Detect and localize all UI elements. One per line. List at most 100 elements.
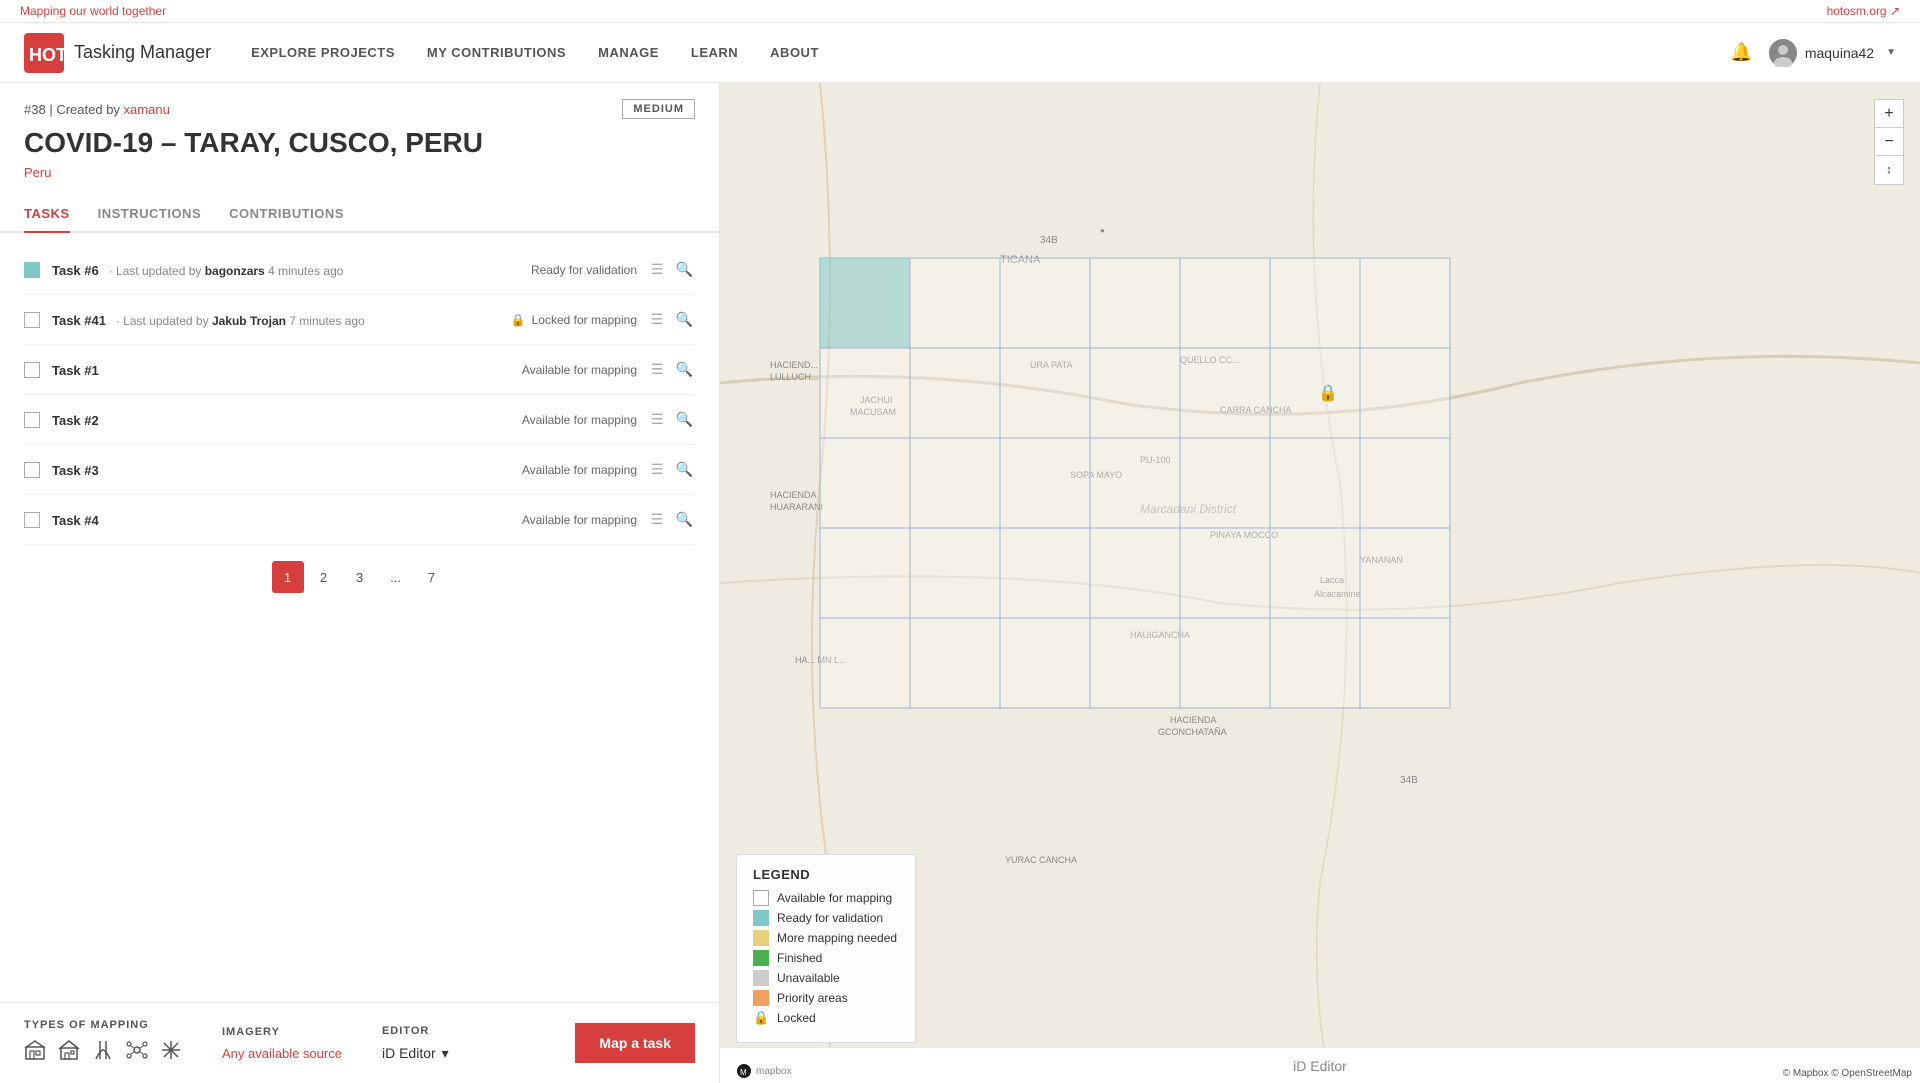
task-name-3: Task #3	[52, 463, 99, 478]
table-row[interactable]: Task #3 Available for mapping ☰ 🔍	[24, 445, 695, 495]
updater-link-41[interactable]: Jakub Trojan	[212, 314, 286, 328]
task-checkbox-41[interactable]	[24, 312, 40, 328]
task-info-6: Task #6 · Last updated by bagonzars 4 mi…	[52, 262, 531, 278]
id-editor-footer: iD Editor	[720, 1047, 1920, 1083]
table-row[interactable]: Task #6 · Last updated by bagonzars 4 mi…	[24, 245, 695, 295]
created-by-text: Created by	[56, 102, 120, 117]
editor-select[interactable]: iD Editor ▾	[382, 1045, 449, 1062]
editor-value: iD Editor	[382, 1045, 436, 1061]
svg-text:HUARARANI: HUARARANI	[770, 502, 823, 512]
status-label-1: Available for mapping	[522, 363, 637, 377]
user-menu[interactable]: maquina42 ▼	[1769, 39, 1896, 67]
legend-item-validation: Ready for validation	[753, 910, 899, 926]
page-btn-2[interactable]: 2	[308, 561, 340, 593]
project-id-author: #38 | Created by xamanu	[24, 102, 170, 117]
pagination: 1 2 3 ... 7	[24, 545, 695, 609]
legend-label-finished: Finished	[777, 951, 822, 965]
task-info-2: Task #2	[52, 412, 522, 428]
legend-label-unavailable: Unavailable	[777, 971, 840, 985]
table-row[interactable]: Task #4 Available for mapping ☰ 🔍	[24, 495, 695, 545]
svg-text:LULLUCH...: LULLUCH...	[770, 372, 819, 382]
legend-item-locked: 🔒 Locked	[753, 1010, 899, 1026]
road-icon	[92, 1039, 114, 1067]
task-list-btn-41[interactable]: ☰	[649, 309, 666, 330]
legend-item-priority: Priority areas	[753, 990, 899, 1006]
tab-tasks[interactable]: TASKS	[24, 196, 70, 233]
task-actions-6: ☰ 🔍	[649, 259, 695, 280]
task-actions-2: ☰ 🔍	[649, 409, 695, 430]
id-editor-text: iD Editor	[1293, 1058, 1347, 1074]
avatar	[1769, 39, 1797, 67]
bottom-bar: TYPES OF MAPPING	[0, 1002, 719, 1083]
brand-link[interactable]: HOT Tasking Manager	[24, 33, 211, 73]
author-link[interactable]: xamanu	[124, 102, 170, 117]
banner-right[interactable]: hotosm.org ↗	[1827, 4, 1900, 18]
main-layout: #38 | Created by xamanu MEDIUM COVID-19 …	[0, 83, 1920, 1083]
task-actions-3: ☰ 🔍	[649, 459, 695, 480]
task-checkbox-6[interactable]	[24, 262, 40, 278]
table-row[interactable]: Task #1 Available for mapping ☰ 🔍	[24, 345, 695, 395]
nav-manage[interactable]: MANAGE	[598, 41, 659, 64]
task-list-btn-4[interactable]: ☰	[649, 509, 666, 530]
page-btn-ellipsis: ...	[380, 561, 412, 593]
svg-text:●: ●	[1100, 226, 1105, 235]
zoom-out-button[interactable]: −	[1875, 128, 1903, 156]
difficulty-badge: MEDIUM	[622, 99, 695, 119]
lock-icon-41: 🔒	[511, 313, 526, 327]
task-zoom-btn-3[interactable]: 🔍	[674, 459, 695, 480]
nav-right: 🔔 maquina42 ▼	[1730, 39, 1896, 67]
navbar: HOT Tasking Manager EXPLORE PROJECTS MY …	[0, 23, 1920, 83]
task-list-btn-2[interactable]: ☰	[649, 409, 666, 430]
task-zoom-btn-1[interactable]: 🔍	[674, 359, 695, 380]
page-btn-1[interactable]: 1	[272, 561, 304, 593]
task-zoom-btn-4[interactable]: 🔍	[674, 509, 695, 530]
task-name-2: Task #2	[52, 413, 99, 428]
house-icon	[58, 1039, 80, 1067]
legend-lock-icon: 🔒	[753, 1010, 769, 1026]
task-actions-4: ☰ 🔍	[649, 509, 695, 530]
top-banner: Mapping our world together hotosm.org ↗	[0, 0, 1920, 23]
task-zoom-btn-2[interactable]: 🔍	[674, 409, 695, 430]
nav-learn[interactable]: LEARN	[691, 41, 738, 64]
svg-text:M: M	[740, 1068, 747, 1077]
legend-item-finished: Finished	[753, 950, 899, 966]
task-list-btn-6[interactable]: ☰	[649, 259, 666, 280]
project-header: #38 | Created by xamanu MEDIUM COVID-19 …	[0, 83, 719, 196]
task-checkbox-3[interactable]	[24, 462, 40, 478]
notification-bell[interactable]: 🔔	[1730, 42, 1752, 63]
map-task-button[interactable]: Map a task	[575, 1023, 695, 1063]
building-icon	[24, 1039, 46, 1067]
mapping-icons	[24, 1039, 182, 1067]
map-panel[interactable]: TICANA HACIEND... LULLUCH... JACHUI MACU…	[720, 83, 1920, 1083]
task-status-3: Available for mapping	[522, 463, 637, 477]
nav-contributions[interactable]: MY CONTRIBUTIONS	[427, 41, 566, 64]
zoom-reset-button[interactable]: ↕	[1875, 156, 1903, 184]
task-info-3: Task #3	[52, 462, 522, 478]
tab-instructions[interactable]: INSTRUCTIONS	[98, 196, 202, 233]
task-zoom-btn-6[interactable]: 🔍	[674, 259, 695, 280]
map-attribution: © Mapbox © OpenStreetMap	[1783, 1068, 1912, 1079]
tab-contributions[interactable]: CONTRIBUTIONS	[229, 196, 344, 233]
svg-text:GCONCHATAÑA: GCONCHATAÑA	[1158, 727, 1227, 737]
page-btn-7[interactable]: 7	[416, 561, 448, 593]
status-label-6: Ready for validation	[531, 263, 637, 277]
task-checkbox-1[interactable]	[24, 362, 40, 378]
types-of-mapping-section: TYPES OF MAPPING	[24, 1019, 182, 1067]
updater-link-6[interactable]: bagonzars	[205, 264, 265, 278]
task-list-btn-1[interactable]: ☰	[649, 359, 666, 380]
task-status-41: 🔒 Locked for mapping	[511, 313, 637, 327]
types-title: TYPES OF MAPPING	[24, 1019, 182, 1031]
task-checkbox-4[interactable]	[24, 512, 40, 528]
task-checkbox-2[interactable]	[24, 412, 40, 428]
task-list-btn-3[interactable]: ☰	[649, 459, 666, 480]
nav-about[interactable]: ABOUT	[770, 41, 819, 64]
svg-text:34B: 34B	[1040, 235, 1058, 246]
nav-explore[interactable]: EXPLORE PROJECTS	[251, 41, 395, 64]
svg-text:HACIENDA: HACIENDA	[1170, 715, 1217, 725]
table-row[interactable]: Task #2 Available for mapping ☰ 🔍	[24, 395, 695, 445]
table-row[interactable]: Task #41 · Last updated by Jakub Trojan …	[24, 295, 695, 345]
zoom-in-button[interactable]: +	[1875, 100, 1903, 128]
task-zoom-btn-41[interactable]: 🔍	[674, 309, 695, 330]
page-btn-3[interactable]: 3	[344, 561, 376, 593]
task-status-6: Ready for validation	[531, 263, 637, 277]
